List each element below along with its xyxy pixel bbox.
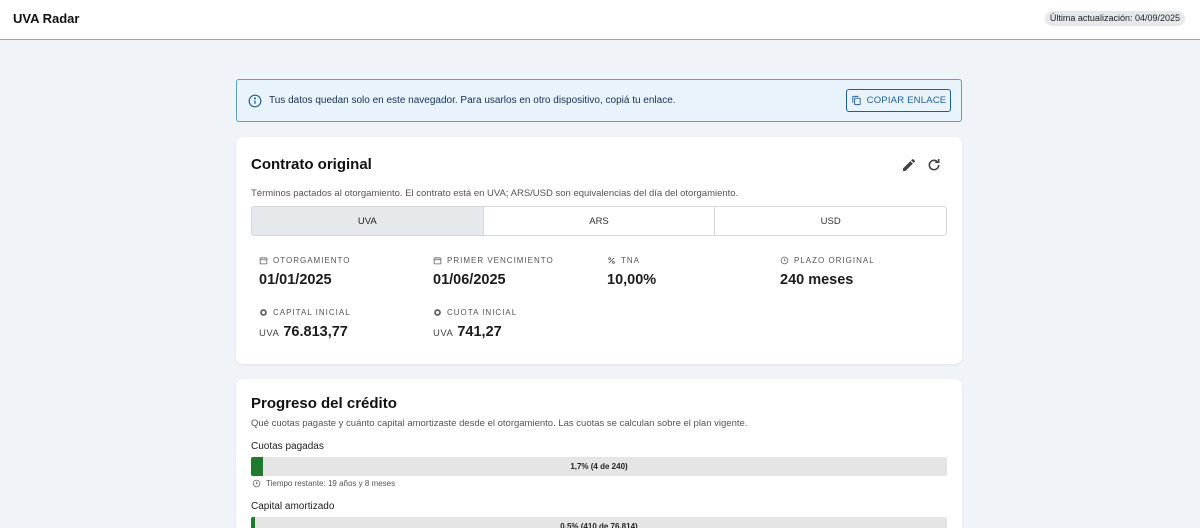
- refresh-icon: [928, 159, 940, 171]
- copy-link-button[interactable]: COPIAR ENLACE: [846, 89, 951, 112]
- capital-progress-bar: 0,5% (410 de 76.814): [251, 517, 947, 528]
- copy-link-label: COPIAR ENLACE: [866, 95, 947, 106]
- calendar-icon: [433, 257, 442, 265]
- field-value: UVA 76.813,77: [259, 324, 351, 340]
- field-capital-inicial: CAPITAL INICIAL UVA 76.813,77: [259, 308, 351, 340]
- field-primer-vencimiento: PRIMER VENCIMIENTO 01/06/2025: [433, 256, 554, 288]
- remaining-text: Tiempo restante: 19 años y 8 meses: [266, 479, 396, 488]
- info-banner: Tus datos quedan solo en este navegador.…: [236, 79, 962, 122]
- clock-icon: [780, 256, 789, 265]
- contract-title: Contrato original: [251, 156, 372, 173]
- field-label: CUOTA INICIAL: [447, 308, 518, 317]
- top-bar: UVA Radar Última actualización: 04/09/20…: [0, 0, 1200, 40]
- coins-icon: [434, 309, 441, 316]
- pencil-icon: [903, 158, 916, 171]
- unit-label: UVA: [433, 328, 454, 339]
- cuotas-progress-bar: 1,7% (4 de 240): [251, 457, 947, 476]
- field-label: CAPITAL INICIAL: [273, 308, 351, 317]
- progress-subtitle: Qué cuotas pagaste y cuánto capital amor…: [251, 418, 748, 429]
- field-value: 01/01/2025: [259, 272, 332, 288]
- percent-icon: [608, 257, 615, 264]
- tab-ars[interactable]: ARS: [483, 207, 716, 235]
- progress-title: Progreso del crédito: [251, 395, 397, 412]
- field-tna: TNA 10,00%: [607, 256, 656, 288]
- currency-tabs: UVA ARS USD: [251, 206, 947, 236]
- field-cuota-inicial: CUOTA INICIAL UVA 741,27: [433, 308, 517, 340]
- calendar-icon: [259, 257, 268, 265]
- remaining-time: Tiempo restante: 19 años y 8 meses: [252, 479, 395, 488]
- edit-button[interactable]: [901, 157, 917, 173]
- field-plazo-original: PLAZO ORIGINAL 240 meses: [780, 256, 875, 288]
- contract-subtitle: Términos pactados al otorgamiento. El co…: [251, 188, 739, 199]
- capital-amortizado-label: Capital amortizado: [251, 501, 335, 512]
- field-label: TNA: [621, 256, 640, 265]
- coins-icon: [260, 309, 267, 316]
- field-label: OTORGAMIENTO: [273, 256, 351, 265]
- field-label: PLAZO ORIGINAL: [794, 256, 875, 265]
- field-otorgamiento: OTORGAMIENTO 01/01/2025: [259, 256, 351, 288]
- field-value: 10,00%: [607, 272, 657, 288]
- field-value: 01/06/2025: [433, 272, 506, 288]
- copy-icon: [852, 95, 861, 106]
- capital-value: 76.813,77: [283, 324, 348, 340]
- field-value: 240 meses: [780, 272, 854, 288]
- tab-uva[interactable]: UVA: [252, 207, 484, 235]
- unit-label: UVA: [259, 328, 280, 339]
- info-icon: [248, 94, 262, 108]
- cuotas-progress-text: 1,7% (4 de 240): [570, 462, 628, 471]
- progress-card: Progreso del crédito Qué cuotas pagaste …: [236, 379, 962, 528]
- cuota-value: 741,27: [457, 324, 502, 340]
- refresh-button[interactable]: [926, 157, 942, 173]
- capital-progress-text: 0,5% (410 de 76.814): [560, 522, 638, 528]
- info-text: Tus datos quedan solo en este navegador.…: [269, 95, 676, 106]
- cuotas-label: Cuotas pagadas: [251, 441, 324, 452]
- field-label: PRIMER VENCIMIENTO: [447, 256, 554, 265]
- app-title: UVA Radar: [13, 11, 80, 26]
- contract-card: Contrato original Términos pactados al o…: [236, 137, 962, 364]
- field-value: UVA 741,27: [433, 324, 517, 340]
- tab-usd[interactable]: USD: [715, 207, 946, 235]
- last-update-badge: Última actualización: 04/09/2025: [1044, 11, 1185, 26]
- clock-icon: [252, 479, 261, 488]
